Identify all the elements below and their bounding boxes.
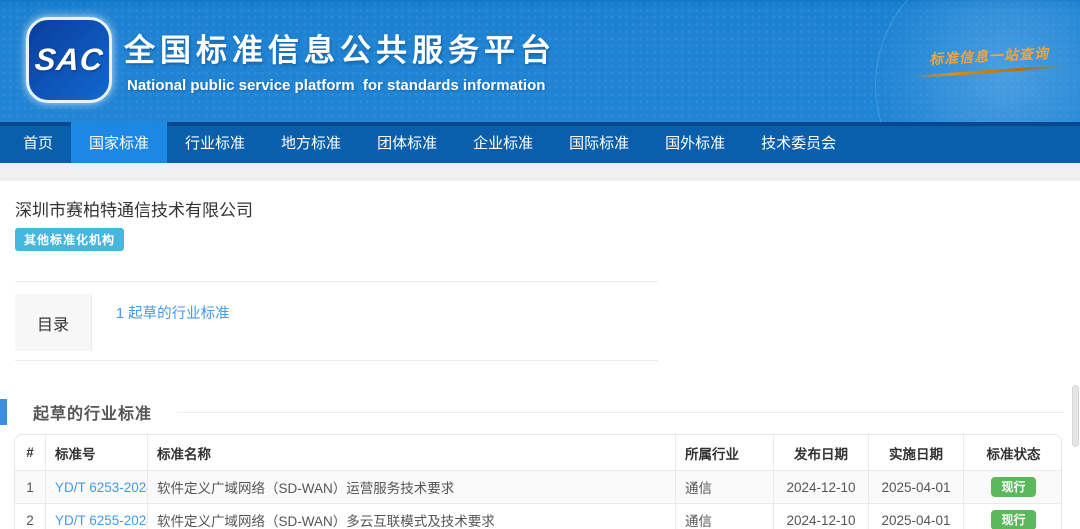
- site-banner: SAC 全国标准信息公共服务平台 National public service…: [0, 0, 1080, 122]
- scrollbar-thumb[interactable]: [1072, 385, 1079, 447]
- std-name-cell: 软件定义广域网络（SD-WAN）多云互联模式及技术要求: [148, 504, 676, 529]
- section-divider-line: [177, 412, 1064, 413]
- impl-date-cell: 2025-04-01: [869, 504, 964, 529]
- industry-cell: 通信: [676, 471, 774, 504]
- row-index: 2: [15, 504, 46, 529]
- std-no-cell: YD/T 6253-2024: [46, 471, 148, 504]
- nav-item-home[interactable]: 首页: [5, 122, 71, 163]
- std-name-cell: 软件定义广域网络（SD-WAN）运营服务技术要求: [148, 471, 676, 504]
- sac-logo-text: SAC: [33, 42, 105, 78]
- table-row: 2 YD/T 6255-2024 软件定义广域网络（SD-WAN）多云互联模式及…: [15, 504, 1062, 529]
- status-cell: 现行: [964, 504, 1062, 529]
- nav-item-industry-standards[interactable]: 行业标准: [167, 122, 263, 163]
- col-header-industry: 所属行业: [676, 435, 774, 471]
- std-no-link[interactable]: YD/T 6255-2024: [55, 513, 148, 528]
- nav-item-group-standards[interactable]: 团体标准: [359, 122, 455, 163]
- org-type-badge: 其他标准化机构: [15, 228, 124, 251]
- status-cell: 现行: [964, 471, 1062, 504]
- section-title: 起草的行业标准: [33, 400, 152, 424]
- status-badge: 现行: [991, 477, 1035, 497]
- section-header: 起草的行业标准: [0, 399, 1080, 425]
- site-subtitle: National public service platform for sta…: [127, 77, 545, 94]
- toc-links: 1 起草的行业标准: [92, 294, 230, 351]
- nav-item-international-standards[interactable]: 国际标准: [551, 122, 647, 163]
- industry-cell: 通信: [676, 504, 774, 529]
- col-header-impl-date: 实施日期: [869, 435, 964, 471]
- std-no-link[interactable]: YD/T 6253-2024: [55, 480, 148, 495]
- section-accent-bar: [0, 399, 7, 425]
- status-badge: 现行: [991, 510, 1035, 529]
- col-header-pub-date: 发布日期: [774, 435, 869, 471]
- toc-link-drafted-industry-standards[interactable]: 1 起草的行业标准: [116, 306, 230, 322]
- page-content: 深圳市赛柏特通信技术有限公司 其他标准化机构 目录 1 起草的行业标准 起草的行…: [0, 196, 1080, 529]
- table-row: 1 YD/T 6253-2024 软件定义广域网络（SD-WAN）运营服务技术要…: [15, 471, 1062, 504]
- company-name: 深圳市赛柏特通信技术有限公司: [15, 196, 1080, 221]
- nav-item-local-standards[interactable]: 地方标准: [263, 122, 359, 163]
- nav-item-technical-committees[interactable]: 技术委员会: [743, 122, 854, 163]
- col-header-index: #: [15, 435, 46, 471]
- nav-item-foreign-standards[interactable]: 国外标准: [647, 122, 743, 163]
- nav-item-national-standards[interactable]: 国家标准: [71, 122, 167, 163]
- divider-strip: [0, 163, 1080, 181]
- standards-table: # 标准号 标准名称 所属行业 发布日期 实施日期 标准状态 1 YD/T 62…: [14, 434, 1062, 529]
- sac-logo: SAC: [26, 17, 112, 103]
- toc-label: 目录: [15, 294, 92, 351]
- col-header-std-no: 标准号: [46, 435, 148, 471]
- row-index: 1: [15, 471, 46, 504]
- table-header-row: # 标准号 标准名称 所属行业 发布日期 实施日期 标准状态: [15, 435, 1062, 471]
- nav-item-enterprise-standards[interactable]: 企业标准: [455, 122, 551, 163]
- site-title: 全国标准信息公共服务平台: [124, 25, 556, 70]
- col-header-name: 标准名称: [148, 435, 676, 471]
- col-header-status: 标准状态: [964, 435, 1062, 471]
- main-nav: 首页 国家标准 行业标准 地方标准 团体标准 企业标准 国际标准 国外标准 技术…: [0, 122, 1080, 163]
- toc-box: 目录 1 起草的行业标准: [15, 281, 658, 361]
- pub-date-cell: 2024-12-10: [774, 504, 869, 529]
- std-no-cell: YD/T 6255-2024: [46, 504, 148, 529]
- impl-date-cell: 2025-04-01: [869, 471, 964, 504]
- pub-date-cell: 2024-12-10: [774, 471, 869, 504]
